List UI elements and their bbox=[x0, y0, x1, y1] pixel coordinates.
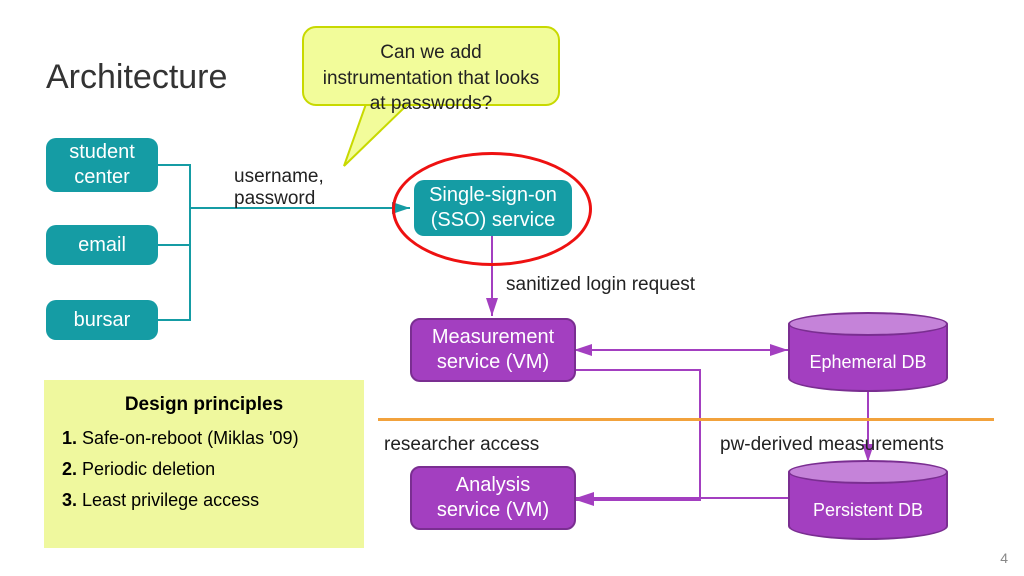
callout-question: Can we add instrumentation that looks at… bbox=[302, 26, 560, 106]
node-label: service (VM) bbox=[432, 350, 554, 375]
node-label: Single-sign-on bbox=[429, 183, 557, 208]
db-label: Ephemeral DB bbox=[788, 352, 948, 373]
label-sanitized: sanitized login request bbox=[506, 274, 695, 296]
node-label: Analysis bbox=[437, 473, 549, 498]
node-label: email bbox=[78, 233, 126, 258]
divider-line bbox=[378, 418, 994, 421]
page-number: 4 bbox=[1000, 550, 1008, 566]
node-label: service (VM) bbox=[437, 498, 549, 523]
db-persistent: Persistent DB bbox=[788, 460, 948, 540]
principles-item: 2. Periodic deletion bbox=[62, 459, 346, 480]
node-analysis: Analysis service (VM) bbox=[410, 466, 576, 530]
node-bursar: bursar bbox=[46, 300, 158, 340]
node-email: email bbox=[46, 225, 158, 265]
node-label: student center bbox=[46, 140, 158, 190]
label-pwderived: pw-derived measurements bbox=[720, 434, 944, 456]
principles-title: Design principles bbox=[62, 394, 346, 416]
label-credentials: username, password bbox=[234, 166, 324, 210]
db-label: Persistent DB bbox=[788, 500, 948, 521]
db-ephemeral: Ephemeral DB bbox=[788, 312, 948, 392]
page-title: Architecture bbox=[46, 58, 227, 97]
node-student-center: student center bbox=[46, 138, 158, 192]
node-label: (SSO) service bbox=[429, 208, 557, 233]
principles-item: 1. Safe-on-reboot (Miklas '09) bbox=[62, 428, 346, 449]
design-principles-panel: Design principles 1. Safe-on-reboot (Mik… bbox=[44, 380, 364, 548]
node-label: bursar bbox=[74, 308, 131, 333]
label-researcher: researcher access bbox=[384, 434, 539, 456]
principles-item: 3. Least privilege access bbox=[62, 490, 346, 511]
node-sso: Single-sign-on (SSO) service bbox=[414, 180, 572, 236]
node-label: Measurement bbox=[432, 325, 554, 350]
node-measurement: Measurement service (VM) bbox=[410, 318, 576, 382]
